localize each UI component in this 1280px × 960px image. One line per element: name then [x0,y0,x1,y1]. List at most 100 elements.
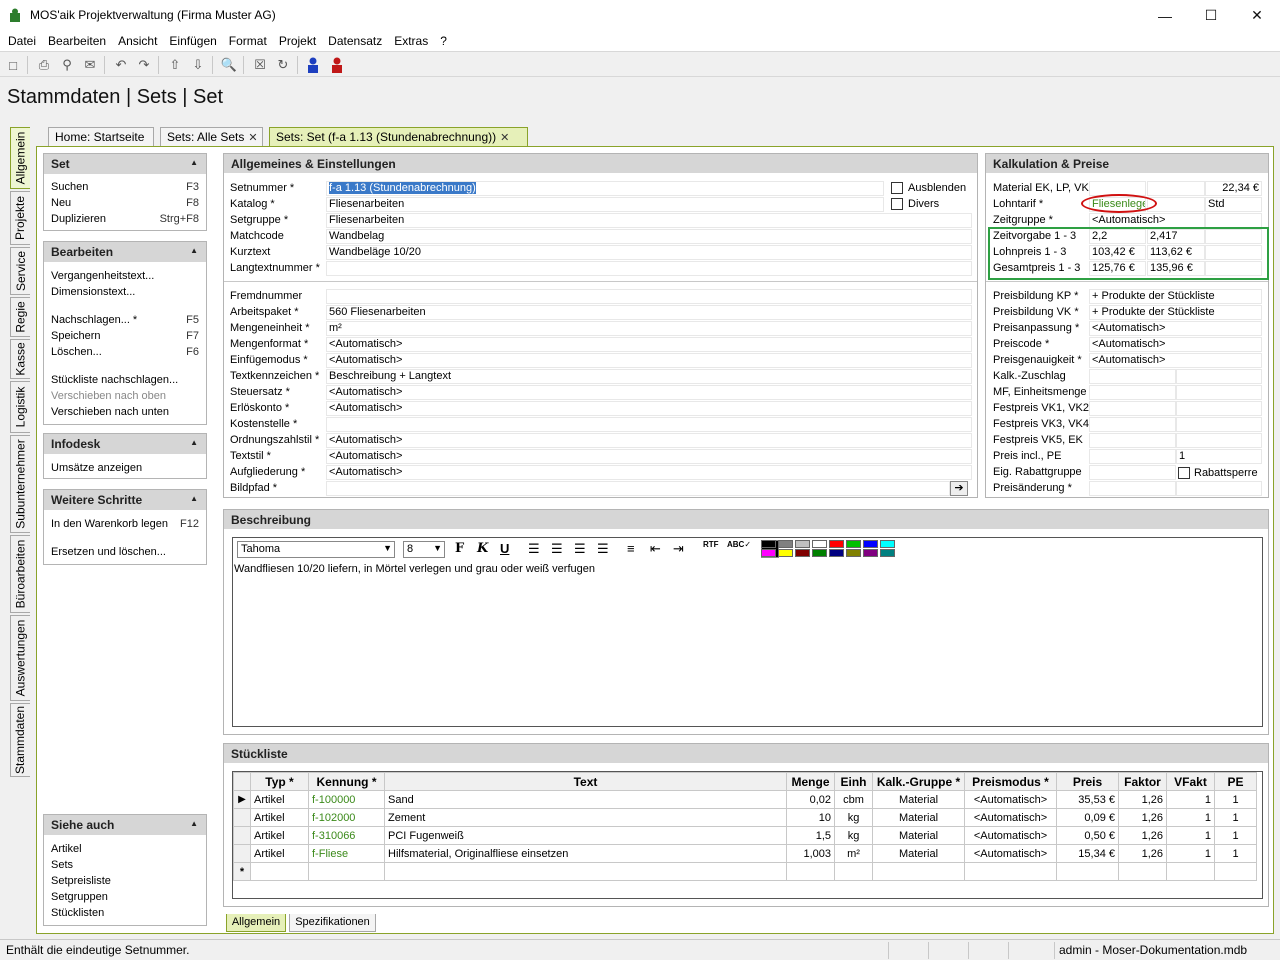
table-cell[interactable]: <Automatisch> [964,844,1057,863]
color-swatch[interactable] [829,540,844,548]
color-swatch[interactable] [778,540,793,548]
field-input[interactable]: <Automatisch> [326,337,972,352]
bottom-tab-spezifikationen[interactable]: Spezifikationen [289,914,376,932]
arrow-right-icon[interactable]: ➔ [950,481,968,496]
table-cell[interactable]: 1 [1214,790,1257,809]
field-input[interactable] [1089,449,1176,464]
new-row[interactable]: * [233,862,1257,881]
table-cell[interactable]: Material [872,826,965,845]
field-input[interactable] [1176,385,1262,400]
table-cell[interactable]: 1 [1166,844,1215,863]
field-input[interactable]: Fliesenarbeiten [326,197,884,212]
panel-header[interactable]: Weitere Schritte ▲ [44,490,206,510]
table-cell[interactable] [384,862,787,881]
link-artikel[interactable]: Artikel [44,841,206,857]
delete-icon[interactable]: ☒ [250,55,270,75]
menu-datensatz[interactable]: Datensatz [322,34,388,48]
table-row[interactable]: Artikel f-102000 Zement 10 kg Material <Automa… [233,808,1257,827]
field-input[interactable]: <Automatisch> [1089,353,1262,368]
font-select[interactable]: Tahoma ▼ [237,541,395,558]
tab-home[interactable]: Home: Startseite [48,127,154,146]
vtab-projekte[interactable]: Projekte [10,191,30,245]
field-input[interactable]: Beschreibung + Langtext [326,369,972,384]
table-cell[interactable]: Hilfsmaterial, Originalfliese einsetzen [384,844,787,863]
table-cell[interactable] [1118,862,1167,881]
table-cell[interactable]: <Automatisch> [964,790,1057,809]
table-cell[interactable]: 35,53 € [1056,790,1119,809]
table-cell[interactable]: 1,26 [1118,790,1167,809]
menu-datei[interactable]: Datei [2,34,42,48]
outdent-icon[interactable]: ⇤ [650,541,661,557]
field-input[interactable]: f-a 1.13 (Stundenabrechnung) [326,181,884,196]
field-input[interactable] [1205,213,1262,228]
panel-header[interactable]: Bearbeiten ▲ [44,242,206,262]
collapse-icon[interactable]: ▲ [190,819,198,828]
action-suchen[interactable]: Suchen F3 [44,179,206,195]
column-header[interactable]: Kalk.-Gruppe * [872,772,965,791]
color-swatch[interactable] [778,549,793,557]
search-document-icon[interactable]: 🔍 [219,55,239,75]
collapse-icon[interactable]: ▲ [190,438,198,447]
table-cell[interactable] [308,862,385,881]
underline-icon[interactable]: U [500,541,509,556]
vtab-allgemein[interactable]: Allgemein [10,127,30,189]
field-input[interactable] [1176,433,1262,448]
field-input[interactable] [1147,181,1205,196]
table-cell[interactable]: 0,50 € [1056,826,1119,845]
table-cell[interactable]: f-102000 [308,808,385,827]
menu-projekt[interactable]: Projekt [273,34,322,48]
align-center-icon[interactable]: ☰ [551,541,563,557]
field-input[interactable]: 560 Fliesenarbeiten [326,305,972,320]
table-cell[interactable]: Artikel [250,826,309,845]
user-blue-icon[interactable] [305,56,321,74]
table-cell[interactable]: PCI Fugenweiß [384,826,787,845]
column-header[interactable]: Einh [834,772,873,791]
color-swatch[interactable] [880,540,895,548]
field-input[interactable]: 1 [1176,449,1262,464]
link-setpreisliste[interactable]: Setpreisliste [44,873,206,889]
table-cell[interactable] [1166,862,1215,881]
table-cell[interactable]: 1 [1166,808,1215,827]
field-input[interactable]: <Automatisch> [1089,213,1205,228]
field-input[interactable] [1089,481,1176,496]
close-tab-icon[interactable]: ✕ [248,131,257,144]
table-cell[interactable]: Artikel [250,808,309,827]
table-cell[interactable]: Artikel [250,844,309,863]
menu-bearbeiten[interactable]: Bearbeiten [42,34,112,48]
field-input[interactable]: Fliesenarbeiten [326,213,972,228]
color-swatch[interactable] [863,549,878,557]
field-input[interactable] [1089,385,1176,400]
field-input[interactable] [1176,369,1262,384]
column-header[interactable]: PE [1214,772,1257,791]
table-cell[interactable]: 1 [1214,844,1257,863]
vtab-stammdaten[interactable]: Stammdaten [10,703,30,777]
color-swatch[interactable] [880,549,895,557]
action-speichern[interactable]: Speichern F7 [44,328,206,344]
checkbox[interactable] [891,198,903,210]
mail-icon[interactable]: ✉ [80,55,100,75]
field-input[interactable] [1089,401,1176,416]
link-sets[interactable]: Sets [44,857,206,873]
font-size-select[interactable]: 8 ▼ [403,541,445,558]
field-input[interactable] [1176,401,1262,416]
field-input[interactable]: <Automatisch> [326,353,972,368]
field-input[interactable]: + Produkte der Stückliste [1089,305,1262,320]
link-stuecklisten[interactable]: Stücklisten [44,905,206,921]
justify-icon[interactable]: ☰ [597,541,609,557]
action-umsaetze[interactable]: Umsätze anzeigen [44,460,206,476]
table-cell[interactable]: 1,26 [1118,808,1167,827]
table-row[interactable]: Artikel f-Fliese Hilfsmaterial, Originalfl… [233,844,1257,863]
vtab-logistik[interactable]: Logistik [10,381,30,433]
row-indicator[interactable] [233,826,251,845]
field-input[interactable]: <Automatisch> [1089,337,1262,352]
table-cell[interactable]: Sand [384,790,787,809]
table-cell[interactable]: kg [834,826,873,845]
field-input[interactable]: <Automatisch> [1089,321,1262,336]
description-text[interactable]: Wandfliesen 10/20 liefern, in Mörtel ver… [233,563,596,575]
panel-header[interactable]: Set ▲ [44,154,206,174]
row-indicator[interactable]: ▶ [233,790,251,809]
rtf-icon[interactable]: RTF [703,540,719,549]
vtab-service[interactable]: Service [10,247,30,295]
action-verschieben-unten[interactable]: Verschieben nach unten [44,404,206,420]
field-input[interactable] [1089,417,1176,432]
